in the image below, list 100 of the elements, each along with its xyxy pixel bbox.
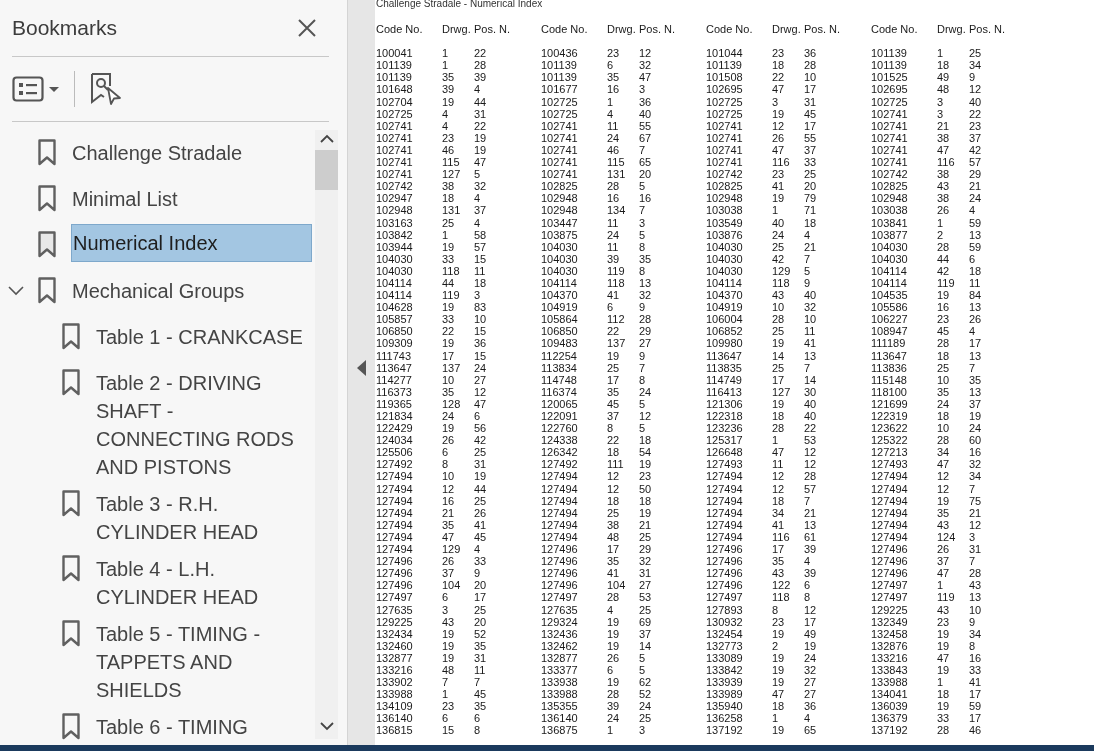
bookmark-item[interactable]: Table 4 - L.H. CYLINDER HEAD <box>96 555 311 611</box>
bookmark-item[interactable]: Challenge Stradale <box>72 139 243 167</box>
table-cell-text: 113647 <box>706 349 743 362</box>
table-cell-text: 25 <box>772 325 786 338</box>
table-cell-text: 127494 <box>706 470 744 483</box>
table-cell-text: 11 <box>772 458 785 471</box>
table-cell-text: 132877 <box>376 651 414 664</box>
table-cell-text: 127496 <box>871 555 909 568</box>
scroll-up-icon[interactable] <box>319 134 334 144</box>
table-cell-text: 4 <box>474 216 482 229</box>
table-cell-text: 121834 <box>376 410 414 423</box>
table-cell-text: 20 <box>474 615 488 628</box>
table-cell-text: 18 <box>772 700 786 713</box>
table-cell-text: 119365 <box>376 397 413 410</box>
scrollbar[interactable] <box>315 130 338 739</box>
find-bookmark-icon[interactable] <box>89 72 123 106</box>
table-cell-text: 123236 <box>706 422 744 435</box>
table-cell-text: 132773 <box>706 639 744 652</box>
table-cell-text: 101139 <box>376 59 413 72</box>
table-cell-text: 37 <box>804 143 818 157</box>
table-cell-text: 118 <box>772 591 791 604</box>
table-cell-text: 17 <box>474 591 488 604</box>
table-cell-text: 102695 <box>871 83 909 96</box>
table-cell-text: 104030 <box>706 240 744 253</box>
table-cell-text: 6 <box>607 663 615 677</box>
table-cell-text: 22 <box>474 47 488 60</box>
table-cell-text: 37 <box>442 567 456 580</box>
table-cell-text: 55 <box>639 119 653 132</box>
table-cell-text: 6 <box>804 579 812 592</box>
close-icon[interactable] <box>297 18 317 38</box>
table-cell-text: 103875 <box>541 228 579 241</box>
table-cell-text: 29 <box>969 168 983 181</box>
options-menu-icon[interactable] <box>12 76 60 102</box>
table-cell-text: 103842 <box>376 228 414 241</box>
table-cell-text: 7 <box>639 361 647 374</box>
table-cell-text: 9 <box>474 567 482 580</box>
bookmark-item[interactable]: Table 2 - DRIVING SHAFT - CONNECTING RODS AND PISTONS <box>96 369 311 481</box>
table-cell-text: 19 <box>607 615 621 628</box>
table-cell-text: 102741 <box>871 131 909 144</box>
table-cell-text: 8 <box>639 240 647 253</box>
table-cell-text: 13 <box>804 518 818 531</box>
table-cell-text: 32 <box>804 301 818 314</box>
table-cell-text: 47 <box>639 71 653 84</box>
table-cell-text: 116 <box>937 156 956 169</box>
scroll-thumb[interactable] <box>315 150 338 190</box>
bookmark-item[interactable]: Numerical Index <box>71 224 312 262</box>
table-cell-text: 23 <box>937 313 951 326</box>
table-cell-text: 24 <box>607 712 621 725</box>
table-cell-text: 22 <box>804 422 818 435</box>
scroll-down-icon[interactable] <box>319 721 334 731</box>
table-cell-text: 47 <box>772 446 786 459</box>
table-cell-text: 31 <box>474 107 488 120</box>
table-cell-text: 102741 <box>706 143 744 157</box>
bookmark-item[interactable]: Table 1 - CRANKCASE <box>96 323 303 351</box>
table-cell-text: 28 <box>474 59 488 72</box>
table-cell-text: 104030 <box>376 252 414 265</box>
table-cell-text: 119 <box>442 289 461 302</box>
collapse-arrow-icon[interactable] <box>357 359 366 376</box>
bookmark-item[interactable]: Minimal List <box>72 185 178 213</box>
table-cell-text: 50 <box>639 482 653 495</box>
table-cell-text: 122091 <box>541 410 579 423</box>
collapse-chevron-icon[interactable] <box>8 286 24 296</box>
table-cell-text: 104370 <box>541 289 579 302</box>
table-cell-text: 102948 <box>376 204 414 217</box>
table-cell-text: 16 <box>969 651 983 664</box>
table-cell-text: 113836 <box>871 361 908 374</box>
table-cell-text: 127492 <box>541 458 579 471</box>
table-cell-text: 38 <box>937 192 951 205</box>
table-cell-text: 34 <box>969 59 983 72</box>
table-cell-text: 127494 <box>541 518 579 531</box>
bookmark-item[interactable]: Table 3 - R.H. CYLINDER HEAD <box>96 490 311 546</box>
table-cell-text: 26 <box>607 651 621 664</box>
table-cell-text: 104628 <box>376 301 414 314</box>
table-cell-text: 127497 <box>871 579 909 592</box>
bookmark-item[interactable]: Mechanical Groups <box>72 277 245 305</box>
table-cell-text: 131 <box>607 168 627 181</box>
table-cell-text: 19 <box>937 639 951 652</box>
table-cell-text: 47 <box>442 530 456 544</box>
table-cell-text: 8 <box>639 373 647 386</box>
table-cell-text: 7 <box>804 361 812 374</box>
table-cell-text: 127494 <box>541 482 579 495</box>
table-cell-text: 18 <box>772 410 786 423</box>
table-cell-text: 23 <box>772 47 786 60</box>
column-header: Pos. N. <box>474 23 512 35</box>
table-cell-text: 127494 <box>541 506 579 519</box>
table-cell-text: 25 <box>804 168 818 181</box>
table-cell-text: 28 <box>937 337 951 350</box>
table-cell-text: 17 <box>442 349 456 362</box>
table-cell-text: 24 <box>474 361 488 374</box>
table-cell-text: 19 <box>772 627 786 640</box>
table-cell-text: 127635 <box>376 603 414 616</box>
bookmark-item[interactable]: Table 5 - TIMING - TAPPETS AND SHIELDS <box>96 620 311 704</box>
table-cell-text: 16 <box>639 192 653 205</box>
table-cell-text: 114749 <box>706 373 743 386</box>
table-cell-text: 37 <box>969 131 983 144</box>
table-cell-text: 133938 <box>541 676 579 689</box>
table-cell-text: 25 <box>937 361 951 374</box>
table-cell-text: 105864 <box>541 313 579 326</box>
bookmark-item[interactable]: Table 6 - TIMING <box>96 713 248 741</box>
table-cell-text: 136258 <box>706 712 744 725</box>
